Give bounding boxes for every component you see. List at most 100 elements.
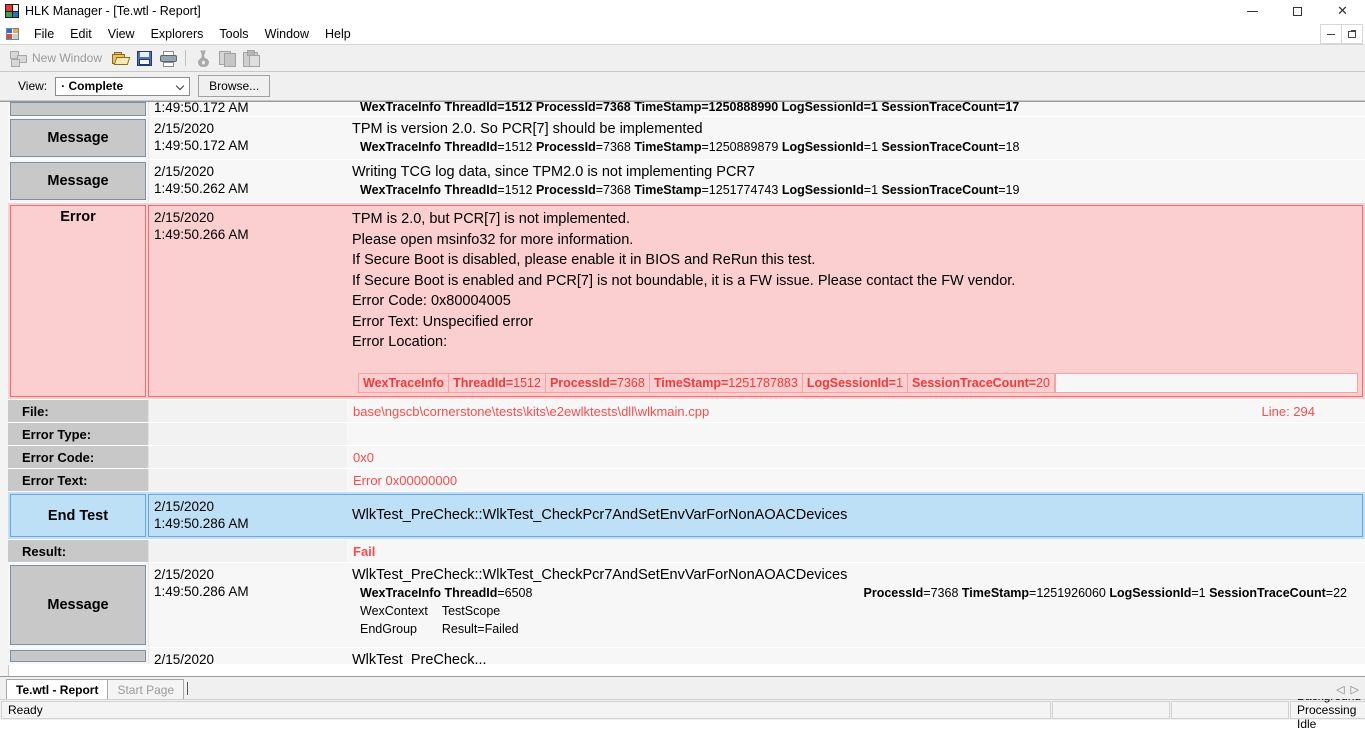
table-row-end-test[interactable]: End Test 2/15/2020 1:49:50.286 AM WlkTes… (8, 492, 1365, 540)
view-label: View: (18, 79, 48, 93)
detail-value-cell: Error 0x00000000 (347, 469, 1365, 491)
tab-scroll-left-icon[interactable]: ◁ (1336, 683, 1344, 696)
detail-value-cell: Fail (347, 540, 1365, 562)
row-time: 1:49:50.266 AM (154, 227, 249, 242)
toolbar-separator (185, 50, 187, 66)
detail-label: Error Text: (8, 469, 148, 491)
row-time-cell: 2/15/2020 (148, 648, 346, 664)
table-row[interactable]: 2/15/2020 WlkTest_PreCheck... (8, 648, 1365, 665)
detail-row-error-text[interactable]: Error Text: Error 0x00000000 (8, 469, 1365, 492)
table-row[interactable]: 1:49:50.172 AM WexTraceInfo ThreadId=151… (8, 102, 1365, 117)
detail-row-file[interactable]: File: base\ngscb\cornerstone\tests\kits\… (8, 400, 1365, 423)
toolbar: New Window (0, 45, 1365, 72)
row-body-cell: WexTraceInfo ThreadId=1512 ProcessId=736… (346, 102, 1365, 116)
row-type-label: Message (10, 162, 146, 200)
minimize-button[interactable] (1230, 0, 1275, 22)
row-type-label: Message (10, 119, 146, 157)
context-key: EndGroup (360, 622, 417, 636)
detail-value-cell: 0x0 (347, 446, 1365, 468)
tab-te-wtl-report[interactable]: Te.wtl - Report (6, 679, 109, 699)
row-date-partial: 2/15/2020 (154, 652, 215, 665)
row-headline: TPM is version 2.0. So PCR[7] should be … (352, 121, 703, 137)
mdi-minimize-button[interactable] (1320, 24, 1342, 44)
error-line: Please open msinfo32 for more informatio… (352, 231, 634, 248)
open-button[interactable] (109, 47, 131, 69)
copy-button[interactable] (216, 47, 238, 69)
restore-button[interactable] (1275, 0, 1320, 22)
detail-label: Error Code: (8, 446, 148, 468)
chevron-down-icon (176, 82, 185, 91)
menu-item-tools[interactable]: Tools (211, 25, 256, 43)
detail-row-error-code[interactable]: Error Code: 0x0 (8, 446, 1365, 469)
row-time: 1:49:50.172 AM (154, 138, 249, 153)
error-line: If Secure Boot is enabled and PCR[7] is … (352, 272, 1016, 289)
report-grid: 1:49:50.172 AM WexTraceInfo ThreadId=151… (8, 102, 1365, 665)
menu-item-edit[interactable]: Edit (62, 25, 100, 43)
row-headline-partial: WlkTest_PreCheck... (352, 652, 487, 665)
minimize-icon (1247, 10, 1258, 12)
tab-scroll-right-icon[interactable]: ▷ (1351, 683, 1359, 696)
row-time-cell: 2/15/2020 1:49:50.286 AM (148, 494, 346, 537)
new-window-button[interactable]: New Window (4, 48, 108, 69)
row-headline: WlkTest_PreCheck::WlkTest_CheckPcr7AndSe… (352, 567, 848, 583)
save-button[interactable] (133, 47, 155, 69)
restore-icon (1293, 6, 1302, 16)
error-trace-cell: SessionTraceCount=20 (907, 373, 1055, 393)
paste-button[interactable] (240, 47, 262, 69)
row-body-cell: WlkTest_PreCheck... (346, 648, 1365, 664)
report-view[interactable]: 1:49:50.172 AM WexTraceInfo ThreadId=151… (0, 101, 1365, 676)
menu-item-view[interactable]: View (100, 25, 143, 43)
row-time-cell: 2/15/2020 1:49:50.266 AM (148, 205, 346, 397)
end-test-name: WlkTest_PreCheck::WlkTest_CheckPcr7AndSe… (352, 507, 848, 523)
save-icon (136, 50, 153, 67)
table-row[interactable]: Message 2/15/2020 1:49:50.262 AM Writing… (8, 160, 1365, 203)
table-row[interactable]: Message 2/15/2020 1:49:50.286 AM WlkTest… (8, 563, 1365, 648)
context-row: WexContext TestScope (360, 602, 533, 620)
new-window-icon (10, 50, 27, 67)
row-trace: WexTraceInfo ThreadId=6508 ProcessId=736… (360, 586, 1347, 600)
mdi-restore-icon (1348, 30, 1356, 38)
print-button[interactable] (157, 47, 179, 69)
menu-item-file[interactable]: File (26, 25, 62, 43)
table-row-error[interactable]: Error 2/15/2020 1:49:50.266 AM TPM is 2.… (8, 203, 1365, 400)
print-icon (159, 50, 177, 67)
detail-label: File: (8, 400, 148, 422)
cut-button[interactable] (192, 47, 214, 69)
row-body-cell: WlkTest_PreCheck::WlkTest_CheckPcr7AndSe… (346, 494, 1363, 537)
detail-spacer (148, 469, 347, 491)
detail-value: base\ngscb\cornerstone\tests\kits\e2ewlk… (353, 403, 710, 419)
menu-item-help[interactable]: Help (317, 25, 359, 43)
row-body-cell: TPM is version 2.0. So PCR[7] should be … (346, 117, 1365, 159)
detail-label: Result: (8, 540, 148, 562)
menu-item-window[interactable]: Window (257, 25, 317, 43)
row-date: 2/15/2020 (154, 499, 215, 514)
detail-value-cell: base\ngscb\cornerstone\tests\kits\e2ewlk… (347, 400, 1365, 422)
row-time: 1:49:50.286 AM (154, 516, 249, 531)
document-tab-strip: Te.wtl - Report Start Page ◁ ▷ (0, 676, 1365, 699)
row-trace: WexTraceInfo ThreadId=1512 ProcessId=736… (360, 183, 1020, 197)
status-bar: Ready Background Processing Idle (0, 689, 1365, 731)
mdi-restore-button[interactable] (1341, 24, 1363, 44)
detail-row-error-type[interactable]: Error Type: (8, 423, 1365, 446)
menu-item-explorers[interactable]: Explorers (143, 25, 212, 43)
row-date: 2/15/2020 (154, 121, 215, 136)
close-button[interactable]: ✕ (1320, 0, 1365, 22)
row-time-cell: 2/15/2020 1:49:50.262 AM (148, 160, 346, 202)
copy-icon (218, 50, 236, 67)
tab-start-page[interactable]: Start Page (107, 679, 185, 699)
error-trace-row: WexTraceInfo ThreadId=1512 ProcessId=736… (352, 373, 1358, 393)
browse-button[interactable]: Browse... (198, 75, 271, 97)
error-trace-cell: TimeStamp=1251787883 (648, 373, 802, 393)
view-select[interactable]: · Complete (55, 76, 191, 96)
result-value: Fail (353, 543, 376, 559)
table-row[interactable]: Message 2/15/2020 1:49:50.172 AM TPM is … (8, 117, 1365, 160)
detail-spacer (148, 446, 347, 468)
detail-label: Error Type: (8, 423, 148, 445)
detail-row-result[interactable]: Result: Fail (8, 540, 1365, 563)
mdi-document-icon[interactable] (6, 27, 19, 40)
row-type-label (10, 102, 146, 116)
row-body-cell: Writing TCG log data, since TPM2.0 is no… (346, 160, 1365, 202)
context-value: TestScope (441, 604, 501, 618)
cut-icon (195, 49, 212, 67)
row-trace-partial: WexTraceInfo ThreadId=1512 ProcessId=736… (360, 102, 1020, 114)
